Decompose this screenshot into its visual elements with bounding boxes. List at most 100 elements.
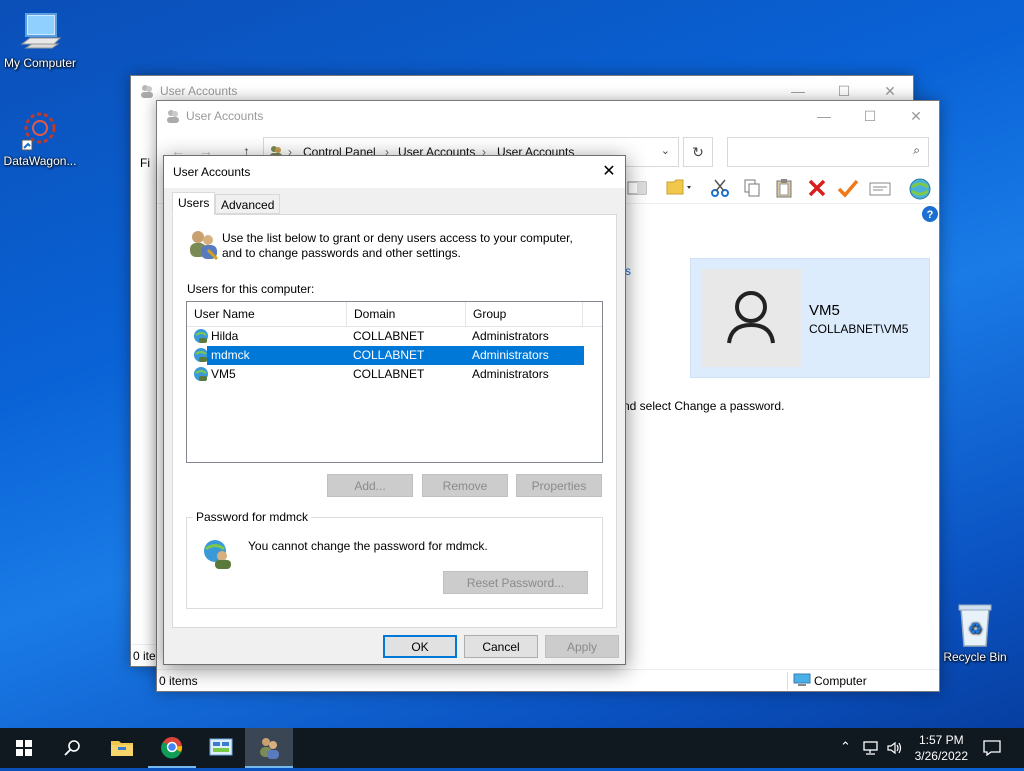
user-name: mdmck [211, 348, 250, 362]
chevron-up-icon[interactable]: ⌃ [840, 739, 851, 755]
search-taskbar-button[interactable] [48, 728, 96, 768]
reset-password-button[interactable]: Reset Password... [443, 571, 588, 594]
users-icon [141, 85, 153, 98]
cancel-button[interactable]: Cancel [464, 635, 538, 658]
password-groupbox: Password for mdmck You cannot change the… [186, 510, 603, 609]
users-icon [260, 738, 279, 759]
desktop-icon-my-computer[interactable]: My Computer [0, 10, 80, 70]
user-row-mdmck[interactable]: mdmck COLLABNET Administrators [191, 346, 584, 365]
back-window-status: 0 ite [133, 649, 156, 663]
search-box[interactable]: ⌕ [727, 137, 929, 167]
main-window-statusbar: 0 items Computer [157, 669, 939, 691]
notification-icon[interactable] [982, 739, 1002, 757]
svg-text:?: ? [927, 209, 934, 221]
add-user-button[interactable]: Add... [327, 474, 413, 497]
clock-date: 3/26/2022 [914, 749, 968, 763]
password-message: You cannot change the password for mdmck… [248, 539, 488, 553]
desktop-icon-datawagon[interactable]: DataWagon... [0, 108, 80, 168]
search-icon[interactable]: ⌕ [913, 143, 920, 158]
user-name: Hilda [211, 329, 239, 343]
status-divider [787, 672, 788, 690]
svg-text:♻: ♻ [968, 621, 982, 638]
taskbar: ⌃ 1:57 PM 3/26/2022 [0, 728, 1024, 768]
main-window-titlebar[interactable]: User Accounts — ☐ ✕ [157, 101, 939, 131]
listview-header: User Name Domain Group [187, 302, 602, 327]
search-icon [64, 740, 80, 756]
properties-button[interactable]: Properties [516, 474, 602, 497]
tab-users[interactable]: Users [172, 192, 216, 215]
column-group[interactable]: Group [466, 302, 583, 327]
control-panel-button[interactable] [197, 728, 245, 768]
datawagon-icon [21, 112, 56, 151]
status-computer: Computer [814, 674, 867, 688]
chevron-down-icon[interactable]: ⌄ [661, 144, 670, 157]
user-domain: COLLABNET [353, 329, 425, 343]
windows-logo-icon [16, 740, 32, 756]
users-icon [167, 110, 179, 123]
user-name: VM5 [211, 367, 236, 381]
delete-icon[interactable] [807, 178, 827, 198]
chrome-button[interactable] [148, 728, 196, 768]
user-globe-icon [194, 329, 208, 343]
desktop-icon-label: Recycle Bin [943, 650, 1007, 664]
minimize-button[interactable]: — [801, 101, 847, 131]
user-row-hilda[interactable]: Hilda COLLABNET Administrators [191, 327, 584, 346]
remove-user-button[interactable]: Remove [422, 474, 508, 497]
users-listview[interactable]: User Name Domain Group Hilda COLLABNET A… [186, 301, 603, 463]
control-panel-icon [209, 738, 233, 756]
avatar [701, 269, 801, 367]
copy-icon[interactable] [742, 178, 762, 198]
user-accounts-dialog[interactable]: User Accounts ✕ Users Advanced Use the l… [163, 155, 626, 665]
computer-icon [793, 673, 811, 686]
status-items: 0 items [159, 674, 198, 688]
help-icon[interactable]: ? [921, 205, 939, 223]
network-icon[interactable] [862, 740, 880, 756]
user-accounts-taskbar-button[interactable] [245, 728, 293, 768]
user-group: Administrators [472, 348, 549, 362]
checkmark-icon[interactable] [837, 178, 859, 198]
search-input[interactable] [732, 138, 902, 164]
desktop-icon-label: DataWagon... [3, 154, 77, 168]
main-window-title: User Accounts [186, 109, 264, 123]
maximize-button[interactable]: ☐ [847, 101, 893, 131]
dialog-title: User Accounts [173, 165, 251, 179]
start-button[interactable] [0, 728, 48, 768]
chrome-icon [161, 737, 183, 759]
globe-icon[interactable] [908, 177, 932, 201]
recycle-bin-icon: ♻ [958, 604, 992, 647]
back-window-menu[interactable]: Fi [140, 156, 150, 170]
user-card-account: COLLABNET\VM5 [809, 322, 909, 336]
user-globe-icon [204, 540, 231, 569]
refresh-button[interactable]: ↻ [683, 137, 713, 167]
selection-highlight: mdmck COLLABNET Administrators [207, 346, 584, 365]
dialog-close-button[interactable]: ✕ [593, 156, 625, 188]
user-globe-icon [194, 367, 208, 381]
desktop-icon-recycle-bin[interactable]: ♻ Recycle Bin [935, 602, 1015, 664]
monitor-icon [20, 13, 62, 49]
system-clock[interactable]: 1:57 PM 3/26/2022 [915, 732, 968, 764]
dialog-titlebar[interactable]: User Accounts ✕ [164, 156, 625, 188]
properties-icon[interactable] [869, 180, 891, 198]
column-user-name[interactable]: User Name [187, 302, 347, 327]
column-domain[interactable]: Domain [347, 302, 466, 327]
folder-icon [111, 741, 133, 756]
paste-icon[interactable] [774, 178, 794, 198]
ok-button[interactable]: OK [383, 635, 457, 658]
user-silhouette-icon [727, 291, 775, 344]
refresh-icon: ↻ [692, 144, 704, 160]
apply-button[interactable]: Apply [545, 635, 619, 658]
file-explorer-button[interactable] [98, 728, 146, 768]
user-row-vm5[interactable]: VM5 COLLABNET Administrators [191, 365, 584, 384]
tab-advanced[interactable]: Advanced [215, 194, 281, 214]
volume-icon[interactable] [886, 740, 904, 756]
password-group-legend: Password for mdmck [193, 510, 312, 524]
folder-options-icon[interactable] [665, 177, 693, 197]
user-card: VM5 COLLABNET\VM5 [690, 258, 930, 378]
users-keys-icon [190, 231, 219, 261]
cut-icon[interactable] [710, 178, 730, 198]
view-icon[interactable] [627, 179, 647, 197]
user-domain: COLLABNET [353, 367, 425, 381]
users-for-computer-label: Users for this computer: [187, 282, 315, 296]
close-button[interactable]: ✕ [893, 101, 939, 131]
back-window-title: User Accounts [160, 84, 238, 98]
